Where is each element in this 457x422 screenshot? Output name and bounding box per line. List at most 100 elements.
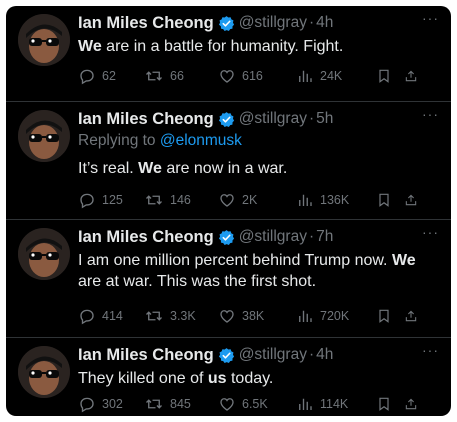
avatar[interactable] bbox=[18, 228, 70, 280]
views-count: 720K bbox=[320, 309, 350, 323]
bookmark-icon[interactable] bbox=[376, 191, 404, 209]
tweet-text-part: are now in a war. bbox=[161, 160, 288, 177]
reply-icon bbox=[80, 397, 94, 413]
reply-count: 414 bbox=[102, 309, 123, 323]
reply-button[interactable]: 414 bbox=[78, 307, 144, 325]
separator-dot: · bbox=[308, 346, 315, 363]
timestamp[interactable]: 5h bbox=[316, 110, 333, 128]
author-name[interactable]: Ian Miles Cheong bbox=[78, 14, 214, 33]
tweet-text-part: are at war. This was the first shot. bbox=[78, 273, 317, 290]
like-button[interactable]: 38K bbox=[218, 307, 296, 325]
like-icon bbox=[220, 398, 234, 411]
like-count: 38K bbox=[242, 309, 265, 323]
views-button[interactable]: 720K bbox=[296, 307, 376, 325]
timestamp[interactable]: 4h bbox=[316, 346, 333, 364]
tweet-text: We are in a battle for humanity. Fight. bbox=[78, 36, 443, 57]
tweet-text-part: They killed one of bbox=[78, 370, 208, 387]
verified-badge-icon bbox=[218, 347, 235, 364]
repost-button[interactable]: 3.3K bbox=[144, 307, 218, 325]
reply-count: 125 bbox=[102, 193, 123, 207]
repost-count: 845 bbox=[170, 397, 191, 411]
share-icon[interactable] bbox=[404, 307, 424, 325]
repost-icon bbox=[146, 311, 162, 321]
repost-count: 3.3K bbox=[170, 309, 196, 323]
author-name[interactable]: Ian Miles Cheong bbox=[78, 346, 214, 365]
tweet-text-part: are in a battle for humanity. Fight. bbox=[101, 38, 344, 55]
views-button[interactable]: 136K bbox=[296, 191, 376, 209]
avatar[interactable] bbox=[18, 14, 70, 66]
share-icon[interactable] bbox=[404, 67, 424, 85]
like-icon bbox=[220, 70, 234, 83]
author-name[interactable]: Ian Miles Cheong bbox=[78, 110, 214, 129]
views-icon bbox=[299, 70, 312, 82]
like-count: 616 bbox=[242, 69, 263, 83]
like-icon bbox=[220, 194, 234, 207]
tweet[interactable]: Ian Miles Cheong @stillgray · 5h Replyin… bbox=[6, 102, 451, 220]
tweet-text: I am one million percent behind Trump no… bbox=[78, 250, 443, 292]
views-count: 136K bbox=[320, 193, 350, 207]
more-icon[interactable]: ··· bbox=[422, 11, 439, 25]
timestamp[interactable]: 7h bbox=[316, 228, 333, 246]
like-count: 6.5K bbox=[242, 397, 268, 411]
avatar[interactable] bbox=[18, 346, 70, 398]
repost-icon bbox=[146, 195, 162, 205]
share-icon[interactable] bbox=[404, 191, 424, 209]
tweet[interactable]: Ian Miles Cheong @stillgray · 7h I am on… bbox=[6, 220, 451, 338]
reply-icon bbox=[80, 69, 94, 85]
views-icon bbox=[299, 194, 312, 206]
author-handle[interactable]: @stillgray bbox=[239, 110, 307, 128]
tweet[interactable]: Ian Miles Cheong @stillgray · 4h They ki… bbox=[6, 338, 451, 416]
repost-icon bbox=[146, 399, 162, 409]
reply-button[interactable]: 125 bbox=[78, 191, 144, 209]
repost-button[interactable]: 845 bbox=[144, 395, 218, 413]
views-button[interactable]: 114K bbox=[296, 395, 376, 413]
views-count: 24K bbox=[320, 69, 343, 83]
more-icon[interactable]: ··· bbox=[422, 107, 439, 121]
tweet-text: It’s real. We are now in a war. bbox=[78, 158, 443, 179]
like-button[interactable]: 6.5K bbox=[218, 395, 296, 413]
tweet-text-bold: We bbox=[138, 160, 162, 177]
views-icon bbox=[299, 398, 312, 410]
repost-button[interactable]: 66 bbox=[144, 67, 218, 85]
verified-badge-icon bbox=[218, 111, 235, 128]
avatar[interactable] bbox=[18, 110, 70, 162]
repost-button[interactable]: 146 bbox=[144, 191, 218, 209]
bookmark-icon[interactable] bbox=[376, 307, 404, 325]
tweet[interactable]: Ian Miles Cheong @stillgray · 4h We are … bbox=[6, 6, 451, 102]
repost-count: 146 bbox=[170, 193, 191, 207]
timestamp[interactable]: 4h bbox=[316, 14, 333, 32]
author-name[interactable]: Ian Miles Cheong bbox=[78, 228, 214, 247]
tweet-text-bold: We bbox=[391, 252, 416, 269]
verified-badge-icon bbox=[218, 229, 235, 246]
reply-button[interactable]: 302 bbox=[78, 395, 144, 413]
bookmark-icon[interactable] bbox=[376, 395, 404, 413]
reply-icon bbox=[80, 309, 94, 325]
repost-icon bbox=[146, 71, 162, 81]
tweet-text-part: It’s real. bbox=[78, 160, 139, 177]
tweet-text-part: today. bbox=[226, 370, 274, 387]
author-handle[interactable]: @stillgray bbox=[239, 346, 307, 364]
bookmark-icon[interactable] bbox=[376, 67, 404, 85]
tweet-text: They killed one of us today. bbox=[78, 368, 443, 389]
like-icon bbox=[220, 310, 234, 323]
reply-button[interactable]: 62 bbox=[78, 67, 144, 85]
like-count: 2K bbox=[242, 193, 258, 207]
share-icon[interactable] bbox=[404, 395, 424, 413]
views-button[interactable]: 24K bbox=[296, 67, 376, 85]
like-button[interactable]: 2K bbox=[218, 191, 296, 209]
tweet-text-bold: We bbox=[78, 38, 102, 55]
verified-badge-icon bbox=[218, 15, 235, 32]
more-icon[interactable]: ··· bbox=[422, 225, 439, 239]
replying-to-label: Replying to bbox=[78, 132, 160, 149]
reply-mention-link[interactable]: @elonmusk bbox=[160, 132, 242, 149]
separator-dot: · bbox=[308, 110, 315, 127]
author-handle[interactable]: @stillgray bbox=[239, 228, 307, 246]
author-handle[interactable]: @stillgray bbox=[239, 14, 307, 32]
like-button[interactable]: 616 bbox=[218, 67, 296, 85]
tweet-text-bold: us bbox=[207, 370, 227, 387]
views-icon bbox=[299, 310, 312, 322]
separator-dot: · bbox=[308, 228, 315, 245]
tweet-list: Ian Miles Cheong @stillgray · 4h We are … bbox=[6, 6, 451, 416]
repost-count: 66 bbox=[170, 69, 184, 83]
more-icon[interactable]: ··· bbox=[422, 343, 439, 357]
